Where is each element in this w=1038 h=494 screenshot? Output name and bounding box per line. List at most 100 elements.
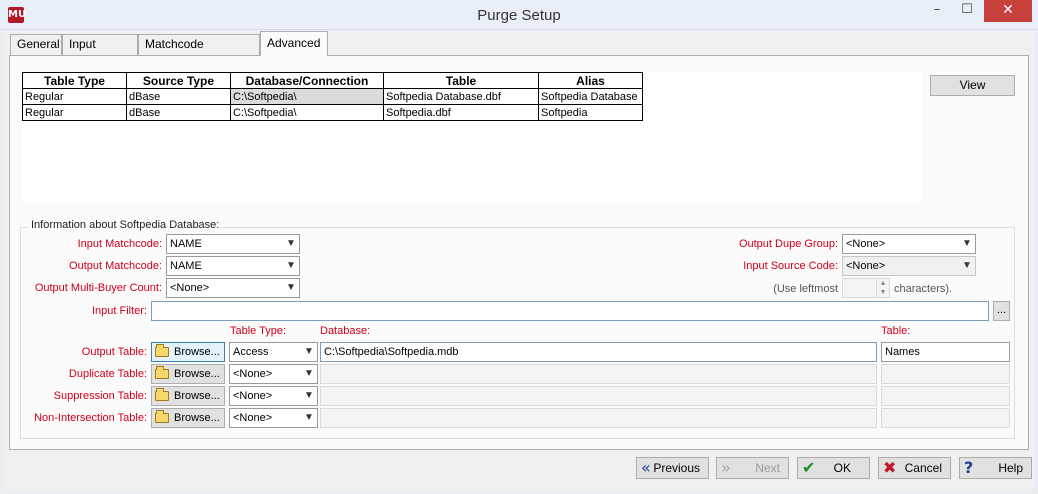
suppression-table-database-field[interactable] [320, 386, 877, 406]
close-icon[interactable]: ✕ [984, 0, 1032, 22]
grid-cell[interactable]: Softpedia [538, 104, 643, 121]
input-matchcode-value: NAME [170, 238, 202, 250]
view-button[interactable]: View [930, 75, 1015, 96]
input-source-code-combo[interactable]: <None> ▼ [842, 256, 976, 276]
suppression-table-label: Suppression Table: [53, 390, 147, 402]
input-source-code-label: Input Source Code: [743, 260, 838, 272]
tab-matchcode-mapping[interactable]: Matchcode Mapping [138, 34, 260, 70]
nonintersection-table-label: Non-Intersection Table: [34, 412, 147, 424]
grid-header-alias[interactable]: Alias [538, 72, 643, 89]
output-dupe-group-value: <None> [846, 238, 886, 250]
browse-label: Browse... [174, 390, 220, 402]
next-label: Next [755, 461, 780, 475]
folder-icon [155, 344, 169, 357]
grid-cell[interactable]: Regular [22, 88, 127, 105]
chevron-down-icon: ▼ [286, 260, 296, 271]
checkmark-icon: ✔ [802, 458, 816, 477]
input-filter-field[interactable] [151, 301, 989, 321]
folder-icon [155, 388, 169, 401]
help-label: Help [998, 461, 1023, 475]
grid-header-table-type[interactable]: Table Type [22, 72, 127, 89]
col-database-label: Database: [320, 325, 371, 337]
output-multibuyer-value: <None> [170, 282, 210, 294]
suppression-table-type-combo[interactable]: <None> ▼ [229, 386, 318, 406]
spinner-arrows-icon[interactable]: ▲ ▼ [876, 279, 889, 297]
grid-cell[interactable]: Softpedia Database.dbf [383, 88, 539, 105]
duplicate-table-type-value: <None> [233, 368, 273, 380]
grid-header-source-type[interactable]: Source Type [126, 72, 231, 89]
chevron-down-icon: ▼ [286, 238, 296, 249]
grid-cell[interactable]: Softpedia.dbf [383, 104, 539, 121]
chevron-down-icon: ▼ [304, 412, 314, 423]
cancel-label: Cancel [904, 461, 942, 475]
cancel-button[interactable]: ✖ Cancel [878, 457, 951, 479]
output-table-name-field[interactable]: Names [881, 342, 1010, 362]
ok-label: OK [833, 461, 851, 475]
input-source-code-value: <None> [846, 260, 886, 272]
input-filter-ellipsis-button[interactable]: ... [993, 301, 1010, 321]
output-table-type-value: Access [233, 346, 269, 358]
output-table-label: Output Table: [81, 346, 147, 358]
grid-header-row: Table Type Source Type Database/Connecti… [22, 72, 643, 89]
next-button[interactable]: » Next [716, 457, 789, 479]
table-row[interactable]: Regular dBase C:\Softpedia\ Softpedia.db… [22, 104, 643, 121]
chevron-down-icon: ▼ [962, 260, 972, 271]
grid-cell[interactable]: dBase [126, 88, 231, 105]
input-filter-label: Input Filter: [91, 305, 147, 317]
ok-button[interactable]: ✔ OK [797, 457, 870, 479]
browse-label: Browse... [174, 368, 220, 380]
double-chevron-right-icon: » [721, 458, 731, 477]
previous-label: Previous [653, 461, 700, 475]
folder-icon [155, 366, 169, 379]
leftmost-suffix-label: characters). [894, 283, 953, 295]
grid-header-table[interactable]: Table [383, 72, 539, 89]
col-table-type-label: Table Type: [230, 325, 287, 337]
table-row[interactable]: Regular dBase C:\Softpedia\ Softpedia Da… [22, 88, 643, 105]
output-multibuyer-label: Output Multi-Buyer Count: [34, 282, 162, 294]
tables-grid[interactable]: Table Type Source Type Database/Connecti… [22, 72, 922, 202]
duplicate-table-database-field[interactable] [320, 364, 877, 384]
nonintersection-table-database-field[interactable] [320, 408, 877, 428]
output-matchcode-value: NAME [170, 260, 202, 272]
tab-general[interactable]: General [10, 34, 62, 55]
tables-grid-table: Table Type Source Type Database/Connecti… [22, 72, 643, 121]
maximize-icon[interactable]: ☐ [952, 0, 982, 22]
minimize-icon[interactable]: – [922, 0, 952, 22]
suppression-table-name-field[interactable] [881, 386, 1010, 406]
output-table-database-field[interactable]: C:\Softpedia\Softpedia.mdb [320, 342, 877, 362]
window-title: Purge Setup [477, 7, 561, 24]
help-button[interactable]: ? Help [959, 457, 1032, 479]
nonintersection-table-type-combo[interactable]: <None> ▼ [229, 408, 318, 428]
browse-label: Browse... [174, 412, 220, 424]
grid-cell[interactable]: C:\Softpedia\ [230, 104, 384, 121]
nonintersection-table-name-field[interactable] [881, 408, 1010, 428]
nonintersection-table-browse-button[interactable]: Browse... [151, 408, 225, 428]
output-table-type-combo[interactable]: Access ▼ [229, 342, 318, 362]
double-chevron-left-icon: « [641, 458, 651, 477]
grid-cell[interactable]: dBase [126, 104, 231, 121]
duplicate-table-type-combo[interactable]: <None> ▼ [229, 364, 318, 384]
browse-label: Browse... [174, 346, 220, 358]
tab-input-tables[interactable]: Input Tables [62, 34, 138, 70]
input-matchcode-label: Input Matchcode: [77, 238, 162, 250]
chevron-down-icon: ▼ [304, 346, 314, 357]
chevron-down-icon: ▼ [962, 238, 972, 249]
tab-advanced[interactable]: Advanced [260, 31, 328, 56]
cancel-x-icon: ✖ [883, 458, 897, 477]
grid-cell[interactable]: C:\Softpedia\ [230, 88, 384, 105]
help-question-icon: ? [964, 458, 974, 477]
duplicate-table-browse-button[interactable]: Browse... [151, 364, 225, 384]
input-matchcode-combo[interactable]: NAME ▼ [166, 234, 300, 254]
output-multibuyer-combo[interactable]: <None> ▼ [166, 278, 300, 298]
previous-button[interactable]: «Previous [636, 457, 709, 479]
output-dupe-group-combo[interactable]: <None> ▼ [842, 234, 976, 254]
output-table-browse-button[interactable]: Browse... [151, 342, 225, 362]
info-group-label: Information about Softpedia Database: [28, 219, 223, 231]
suppression-table-browse-button[interactable]: Browse... [151, 386, 225, 406]
grid-header-database-connection[interactable]: Database/Connection [230, 72, 384, 89]
output-matchcode-combo[interactable]: NAME ▼ [166, 256, 300, 276]
folder-icon [155, 410, 169, 423]
duplicate-table-name-field[interactable] [881, 364, 1010, 384]
grid-cell[interactable]: Softpedia Database [538, 88, 643, 105]
grid-cell[interactable]: Regular [22, 104, 127, 121]
